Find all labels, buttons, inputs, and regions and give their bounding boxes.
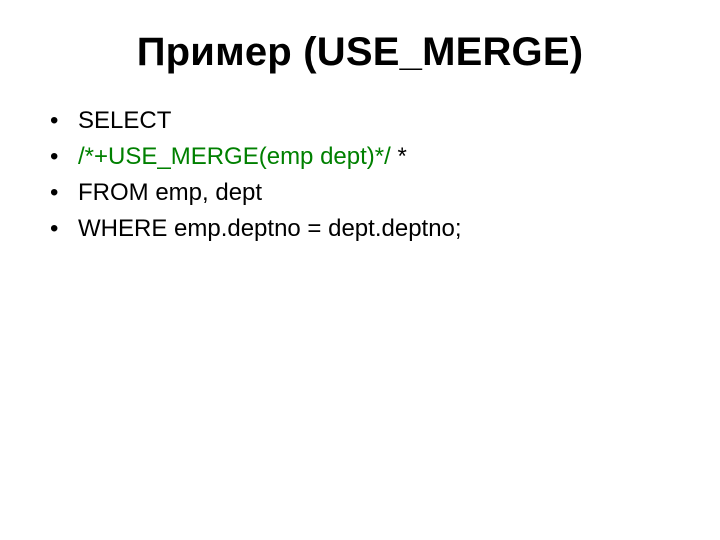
list-item: /*+USE_MERGE(emp dept)*/ * bbox=[50, 139, 680, 175]
list-item: SELECT bbox=[50, 103, 680, 139]
code-line: FROM emp, dept bbox=[78, 179, 262, 206]
code-line-trail: * bbox=[391, 143, 407, 170]
list-item: WHERE emp.deptno = dept.deptno; bbox=[50, 211, 680, 247]
list-item: FROM emp, dept bbox=[50, 175, 680, 211]
bullet-list: SELECT /*+USE_MERGE(emp dept)*/ * FROM e… bbox=[40, 103, 680, 247]
sql-hint: /*+USE_MERGE(emp dept)*/ bbox=[78, 143, 391, 170]
code-line: SELECT bbox=[78, 107, 171, 134]
code-line: WHERE emp.deptno = dept.deptno; bbox=[78, 215, 462, 242]
slide-title: Пример (USE_MERGE) bbox=[40, 30, 680, 75]
slide: Пример (USE_MERGE) SELECT /*+USE_MERGE(e… bbox=[0, 0, 720, 540]
